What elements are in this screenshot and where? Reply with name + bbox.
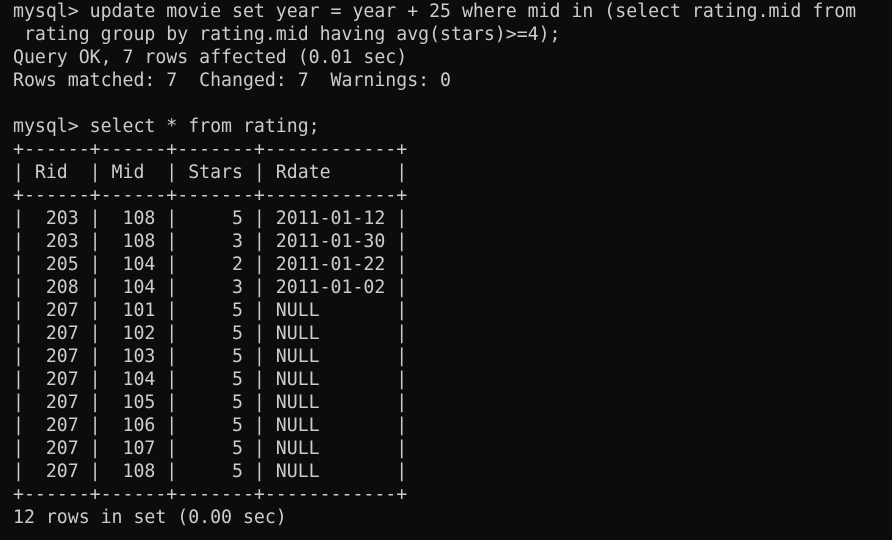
table-row: | 205 | 104 | 2 | 2011-01-22 | <box>13 254 408 275</box>
table-row: | 207 | 104 | 5 | NULL | <box>13 369 408 390</box>
table-row: | 207 | 108 | 5 | NULL | <box>13 461 408 482</box>
table-header-row: | Rid | Mid | Stars | Rdate | <box>13 162 408 183</box>
table-border-top: +------+------+-------+------------+ <box>13 139 408 160</box>
command-line-update-1: mysql> update movie set year = year + 25… <box>13 1 857 22</box>
rows-matched-status: Rows matched: 7 Changed: 7 Warnings: 0 <box>13 70 451 91</box>
table-row: | 207 | 107 | 5 | NULL | <box>13 438 408 459</box>
table-border-bottom: +------+------+-------+------------+ <box>13 484 408 505</box>
table-border-header: +------+------+-------+------------+ <box>13 185 408 206</box>
table-row: | 203 | 108 | 5 | 2011-01-12 | <box>13 208 408 229</box>
command-line-update-2: rating group by rating.mid having avg(st… <box>13 24 561 45</box>
table-row: | 203 | 108 | 3 | 2011-01-30 | <box>13 231 408 252</box>
rows-in-set-status: 12 rows in set (0.00 sec) <box>13 507 287 528</box>
table-row: | 207 | 105 | 5 | NULL | <box>13 392 408 413</box>
query-result-status: Query OK, 7 rows affected (0.01 sec) <box>13 47 408 68</box>
table-row: | 207 | 103 | 5 | NULL | <box>13 346 408 367</box>
command-line-select: mysql> select * from rating; <box>13 116 320 137</box>
table-row: | 207 | 106 | 5 | NULL | <box>13 415 408 436</box>
table-row: | 207 | 102 | 5 | NULL | <box>13 323 408 344</box>
terminal-output[interactable]: mysql> update movie set year = year + 25… <box>0 0 892 540</box>
table-row: | 207 | 101 | 5 | NULL | <box>13 300 408 321</box>
table-row: | 208 | 104 | 3 | 2011-01-02 | <box>13 277 408 298</box>
